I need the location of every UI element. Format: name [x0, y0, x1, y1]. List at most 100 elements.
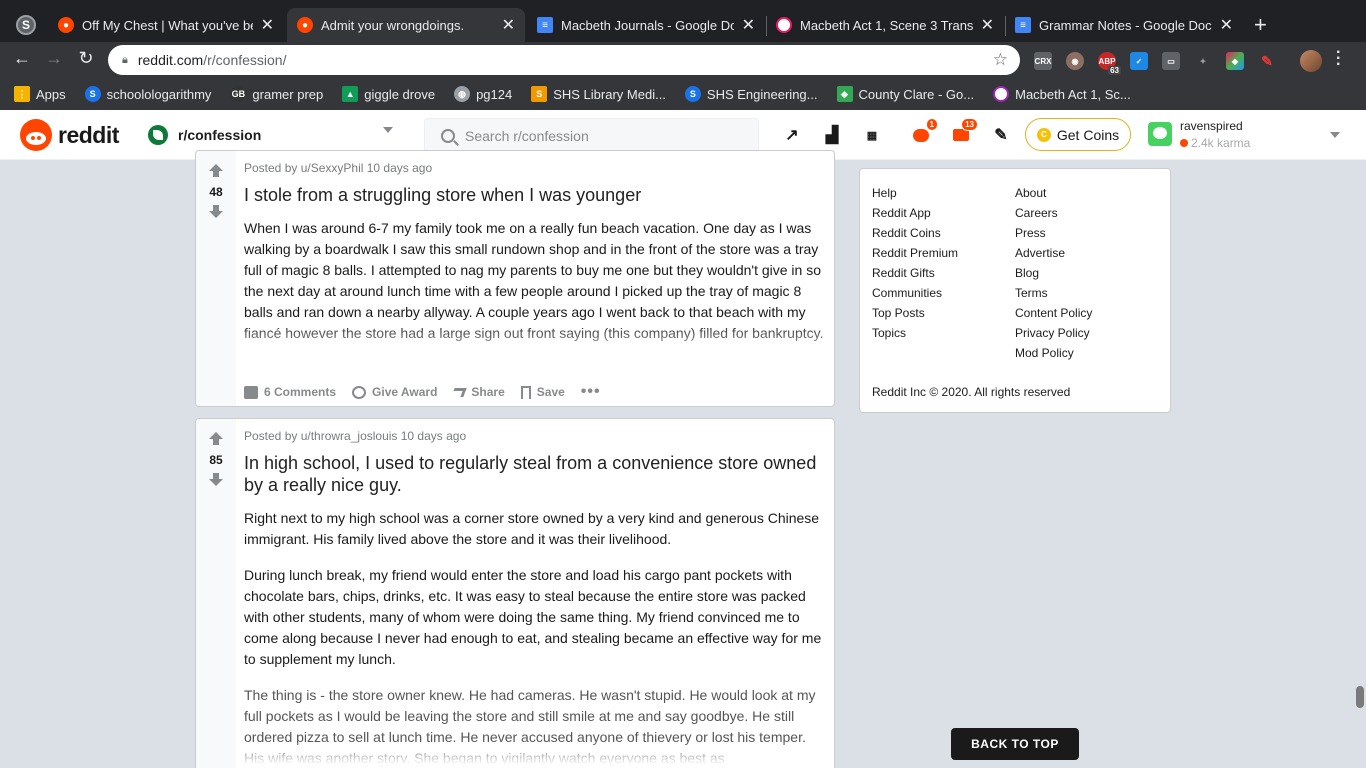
schoology-extension-icon[interactable]: S: [16, 15, 36, 35]
scrollbar[interactable]: [1356, 686, 1364, 708]
reload-icon[interactable]: ↻: [74, 48, 98, 69]
bookmark-apps[interactable]: ⋮ Apps: [14, 86, 66, 102]
user-dropdown[interactable]: ravenspired 2.4k karma: [1146, 116, 1346, 154]
bookmark-macbeth[interactable]: Macbeth Act 1, Sc...: [993, 86, 1131, 102]
crx-extension-icon[interactable]: CRX: [1034, 52, 1052, 70]
post-title[interactable]: In high school, I used to regularly stea…: [244, 452, 824, 496]
footer-link-reddit-coins[interactable]: Reddit Coins: [872, 223, 958, 243]
post-paragraph: When I was around 6-7 my family took me …: [244, 220, 824, 341]
profile-avatar[interactable]: [1300, 50, 1322, 72]
footer-link-help[interactable]: Help: [872, 183, 958, 203]
post-meta[interactable]: Posted by u/SexxyPhil 10 days ago: [244, 161, 432, 175]
bookmark-shs-library[interactable]: S SHS Library Medi...: [531, 86, 666, 102]
close-icon[interactable]: ✕: [502, 15, 515, 35]
award-label: Give Award: [372, 385, 438, 399]
bookmark-pg124[interactable]: ◍ pg124: [454, 86, 512, 102]
briefcase-extension-icon[interactable]: ▭: [1162, 52, 1180, 70]
tab-grammar-notes[interactable]: ≡ Grammar Notes - Google Docs ✕: [1005, 8, 1243, 42]
footer-link-terms[interactable]: Terms: [1015, 283, 1092, 303]
bookmark-label: Macbeth Act 1, Sc...: [1015, 86, 1131, 102]
tab-macbeth-journals[interactable]: ≡ Macbeth Journals - Google Doc ✕: [527, 8, 765, 42]
address-bar[interactable]: 🔒︎ reddit.com/r/confession/ ☆: [108, 45, 1020, 75]
bookmark-star-icon[interactable]: ☆: [993, 50, 1008, 70]
reddit-wordmark[interactable]: reddit: [58, 122, 119, 149]
give-award-button[interactable]: Give Award: [352, 385, 437, 399]
upvote-arrow-icon[interactable]: [209, 164, 223, 178]
reddit-icon: ●: [58, 17, 74, 33]
post-meta[interactable]: Posted by u/throwra_joslouis 10 days ago: [244, 429, 466, 443]
footer-link-communities[interactable]: Communities: [872, 283, 958, 303]
color-extension-icon[interactable]: ◆: [1226, 52, 1244, 70]
bookmark-gramer-prep[interactable]: GB gramer prep: [230, 86, 323, 102]
subreddit-name: r/confession: [178, 127, 262, 143]
downvote-arrow-icon[interactable]: [209, 205, 223, 219]
search-input[interactable]: [465, 128, 755, 144]
upvote-arrow-icon[interactable]: [209, 432, 223, 446]
footer-link-topics[interactable]: Topics: [872, 323, 958, 343]
bookmark-schoology[interactable]: S schoolologarithmy: [84, 86, 211, 102]
abp-extension-icon[interactable]: ABP 63: [1098, 52, 1121, 75]
downvote-arrow-icon[interactable]: [209, 473, 223, 487]
bookmark-county-clare[interactable]: ◈ County Clare - Go...: [836, 86, 974, 102]
get-coins-button[interactable]: C Get Coins: [1025, 118, 1131, 151]
tab-off-my-chest[interactable]: ● Off My Chest | What you've be ✕: [48, 8, 284, 42]
owl-extension-icon[interactable]: ◉: [1066, 52, 1084, 70]
search-bar[interactable]: [424, 118, 759, 154]
pencil-icon[interactable]: ✎: [990, 124, 1012, 146]
footer-link-mod-policy[interactable]: Mod Policy: [1015, 343, 1092, 363]
copyright: Reddit Inc © 2020. All rights reserved: [872, 385, 1071, 399]
mail-icon[interactable]: 13: [950, 118, 978, 146]
subreddit-dropdown[interactable]: r/confession: [140, 120, 400, 150]
comment-icon: [244, 385, 258, 399]
share-button[interactable]: Share: [451, 385, 505, 399]
bookmark-giggle-drove[interactable]: ▲ giggle drove: [342, 86, 435, 102]
close-icon[interactable]: ✕: [742, 15, 755, 35]
footer-link-about[interactable]: About: [1015, 183, 1092, 203]
footer-link-reddit-gifts[interactable]: Reddit Gifts: [872, 263, 958, 283]
close-icon[interactable]: ✕: [261, 15, 274, 35]
more-options-icon[interactable]: •••: [581, 383, 601, 401]
checkmark-extension-icon[interactable]: ✓: [1130, 52, 1148, 70]
post-paragraph: During lunch break, my friend would ente…: [244, 567, 822, 667]
share-icon: [451, 387, 468, 397]
bookmark-label: SHS Library Medi...: [553, 86, 666, 102]
coins-grid-icon[interactable]: ▦: [861, 124, 883, 146]
new-tab-button[interactable]: +: [1254, 12, 1267, 38]
post-card[interactable]: 48 Posted by u/SexxyPhil 10 days ago I s…: [195, 150, 835, 407]
post-title[interactable]: I stole from a struggling store when I w…: [244, 184, 824, 206]
footer-link-blog[interactable]: Blog: [1015, 263, 1092, 283]
footer-link-reddit-premium[interactable]: Reddit Premium: [872, 243, 958, 263]
karma: 2.4k karma: [1180, 136, 1250, 150]
site-icon: [993, 86, 1010, 102]
bookmark-shs-engineering[interactable]: S SHS Engineering...: [684, 86, 818, 102]
tab-title: Macbeth Journals - Google Doc: [561, 17, 734, 33]
leaderboard-icon[interactable]: ▟: [821, 124, 843, 146]
footer-link-top-posts[interactable]: Top Posts: [872, 303, 958, 323]
footer-link-press[interactable]: Press: [1015, 223, 1092, 243]
footer-link-reddit-app[interactable]: Reddit App: [872, 203, 958, 223]
footer-link-careers[interactable]: Careers: [1015, 203, 1092, 223]
close-icon[interactable]: ✕: [981, 15, 994, 35]
post-body[interactable]: Right next to my high school was a corne…: [244, 508, 828, 768]
post-body[interactable]: When I was around 6-7 my family took me …: [244, 218, 828, 366]
back-to-top-button[interactable]: BACK TO TOP: [951, 728, 1079, 760]
browser-toolbar: ← → ↻ 🔒︎ reddit.com/r/confession/ ☆ CRX …: [0, 42, 1366, 78]
footer-link-privacy-policy[interactable]: Privacy Policy: [1015, 323, 1092, 343]
footer-link-content-policy[interactable]: Content Policy: [1015, 303, 1092, 323]
tab-title: Macbeth Act 1, Scene 3 Transla: [800, 17, 973, 33]
back-arrow-icon[interactable]: ←: [10, 48, 34, 69]
footer-link-advertise[interactable]: Advertise: [1015, 243, 1092, 263]
trending-icon[interactable]: ↗: [781, 124, 803, 146]
save-button[interactable]: Save: [520, 385, 565, 399]
extension-icon[interactable]: ✦: [1194, 52, 1212, 70]
comments-button[interactable]: 6 Comments: [244, 385, 336, 399]
forward-arrow-icon[interactable]: →: [42, 48, 66, 69]
post-card[interactable]: 85 Posted by u/throwra_joslouis 10 days …: [195, 418, 835, 768]
kebab-menu-icon[interactable]: · · ·: [1336, 45, 1341, 73]
reddit-logo-icon[interactable]: [20, 119, 52, 151]
tab-macbeth-translation[interactable]: Macbeth Act 1, Scene 3 Transla ✕: [766, 8, 1004, 42]
chat-icon[interactable]: 1: [910, 118, 938, 146]
library-icon: S: [531, 86, 548, 102]
pen-extension-icon[interactable]: ✎: [1258, 52, 1276, 70]
close-icon[interactable]: ✕: [1220, 15, 1233, 35]
